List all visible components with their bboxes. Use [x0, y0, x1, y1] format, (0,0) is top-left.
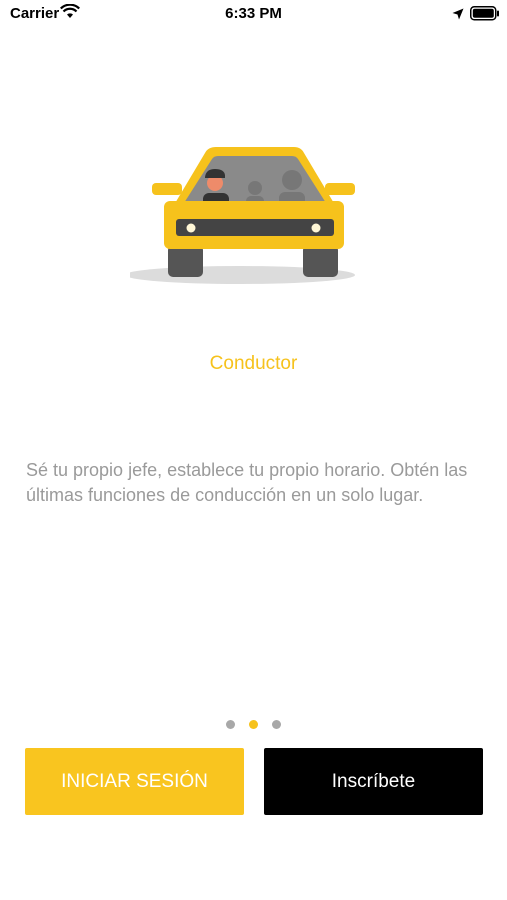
- signup-button[interactable]: Inscríbete: [264, 748, 483, 815]
- status-bar: Carrier 6:33 PM: [0, 0, 507, 30]
- car-driver-illustration: [125, 135, 375, 295]
- onboarding-description: Sé tu propio jefe, establece tu propio h…: [26, 460, 468, 505]
- location-arrow-icon: [452, 7, 464, 25]
- login-button[interactable]: INICIAR SESIÓN: [25, 748, 244, 815]
- page-dot-2-active[interactable]: [249, 720, 258, 729]
- page-dot-3[interactable]: [272, 720, 282, 729]
- page-dot-1[interactable]: [225, 720, 235, 729]
- page-indicator[interactable]: [0, 716, 507, 734]
- onboarding-title: Conductor: [209, 353, 298, 374]
- status-time: 6:33 PM: [225, 5, 282, 22]
- battery-icon: [470, 6, 500, 26]
